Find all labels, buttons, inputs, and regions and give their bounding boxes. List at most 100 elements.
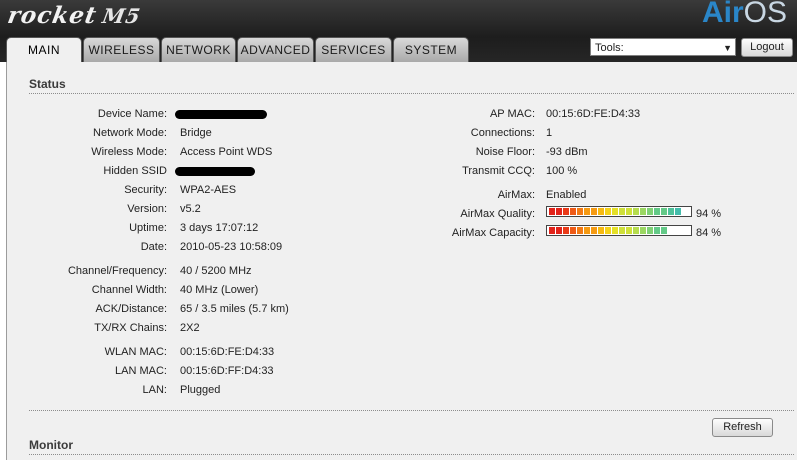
value-airmax: Enabled (546, 189, 587, 201)
tools-select[interactable]: Tools: ▼ (590, 38, 736, 56)
tools-select-label: Tools: (595, 42, 624, 54)
bar-segment (577, 208, 583, 215)
bar-segment (549, 227, 555, 234)
bar-segment (556, 227, 562, 234)
label-wireless-mode: Wireless Mode: (91, 146, 167, 158)
bar-segment (598, 208, 604, 215)
value-date: 2010-05-23 10:58:09 (180, 241, 283, 253)
bar-segment (549, 208, 555, 215)
value-tx-rx-chains: 2X2 (180, 322, 200, 334)
label-channel-frequency: Channel/Frequency: (67, 265, 167, 277)
airos-logo-os: OS (743, 0, 787, 29)
bar-segment (584, 227, 590, 234)
value-wireless-mode: Access Point WDS (180, 146, 273, 158)
bar-segment (556, 208, 562, 215)
tab-main[interactable]: MAIN (6, 37, 82, 63)
label-tx-rx-chains: TX/RX Chains: (94, 322, 167, 334)
label-wlan-mac: WLAN MAC: (104, 346, 167, 358)
airos-logo-air: Air (701, 0, 744, 29)
label-date: Date: (140, 241, 167, 253)
refresh-button[interactable]: Refresh (712, 418, 773, 437)
redacted-ssid (175, 167, 255, 176)
label-network-mode: Network Mode: (93, 127, 167, 139)
bar-segment (584, 208, 590, 215)
bar-segment (605, 208, 611, 215)
bar-segment (675, 208, 681, 215)
bar-segment (563, 208, 569, 215)
status-divider (29, 93, 794, 94)
bar-segment (570, 227, 576, 234)
tab-system[interactable]: SYSTEM (393, 37, 469, 62)
label-channel-width: Channel Width: (91, 284, 167, 296)
value-lan: Plugged (180, 384, 221, 396)
value-version: v5.2 (180, 203, 201, 215)
label-connections: Connections: (470, 127, 535, 139)
bar-segment (619, 208, 625, 215)
bar-segment (577, 227, 583, 234)
label-ap-mac: AP MAC: (489, 108, 535, 120)
value-channel-frequency: 40 / 5200 MHz (180, 265, 252, 277)
value-connections: 1 (546, 127, 553, 139)
bar-segment (647, 208, 653, 215)
brand-model: M5 (100, 4, 143, 28)
tab-wireless[interactable]: WIRELESS (83, 37, 160, 62)
bar-segment (591, 208, 597, 215)
bar-segment (626, 227, 632, 234)
bar-segment (626, 208, 632, 215)
bar-segment (661, 208, 667, 215)
bar-segment (647, 227, 653, 234)
value-security: WPA2-AES (180, 184, 237, 196)
label-device-name: Device Name: (97, 108, 167, 120)
bar-segment (591, 227, 597, 234)
monitor-divider-top (29, 410, 794, 411)
bar-segment (633, 227, 639, 234)
value-network-mode: Bridge (180, 127, 212, 139)
chevron-down-icon: ▼ (723, 43, 732, 53)
bar-segment (633, 208, 639, 215)
bar-segment (640, 208, 646, 215)
redacted-device-name (175, 110, 267, 119)
bar-segment (612, 208, 618, 215)
label-noise-floor: Noise Floor: (475, 146, 535, 158)
value-channel-width: 40 MHz (Lower) (180, 284, 259, 296)
label-transmit-ccq: Transmit CCQ: (462, 165, 535, 177)
value-uptime: 3 days 17:07:12 (180, 222, 259, 234)
bar-segment (605, 227, 611, 234)
label-uptime: Uptime: (129, 222, 167, 234)
label-security: Security: (124, 184, 167, 196)
value-noise-floor: -93 dBm (546, 146, 588, 158)
content-panel: Status Device Name: Network Mode: Bridge… (6, 62, 797, 460)
bar-segment (668, 208, 674, 215)
bar-segment (563, 227, 569, 234)
label-lan-mac: LAN MAC: (115, 365, 167, 377)
bar-segment (640, 227, 646, 234)
label-hidden-ssid: Hidden SSID (103, 165, 167, 177)
value-transmit-ccq: 100 % (546, 165, 578, 177)
value-airmax-quality: 94 % (696, 208, 722, 220)
label-airmax: AirMax: (497, 189, 535, 201)
monitor-divider (29, 454, 794, 455)
bar-segment (654, 208, 660, 215)
tab-advanced[interactable]: ADVANCED (237, 37, 314, 62)
value-ap-mac: 00:15:6D:FE:D4:33 (546, 108, 641, 120)
label-airmax-capacity: AirMax Capacity: (451, 227, 535, 239)
airmax-capacity-bar (546, 225, 692, 236)
label-airmax-quality: AirMax Quality: (460, 208, 535, 220)
logout-button[interactable]: Logout (741, 38, 793, 57)
brand-logo: rocketM5 (6, 2, 143, 29)
header-bar: rocketM5 AirOS MAIN WIRELESS NETWORK ADV… (0, 0, 797, 63)
bar-segment (619, 227, 625, 234)
bar-segment (612, 227, 618, 234)
tab-network[interactable]: NETWORK (161, 37, 236, 62)
brand-name: rocket (5, 2, 100, 29)
bar-segment (570, 208, 576, 215)
bar-segment (661, 227, 667, 234)
airmax-quality-bar (546, 206, 692, 217)
tab-services[interactable]: SERVICES (315, 37, 392, 62)
status-section-title: Status (29, 77, 66, 91)
airos-logo: AirOS (702, 0, 787, 30)
value-wlan-mac: 00:15:6D:FE:D4:33 (180, 346, 275, 358)
value-lan-mac: 00:15:6D:FF:D4:33 (180, 365, 274, 377)
label-version: Version: (127, 203, 167, 215)
monitor-section-title: Monitor (29, 438, 73, 452)
